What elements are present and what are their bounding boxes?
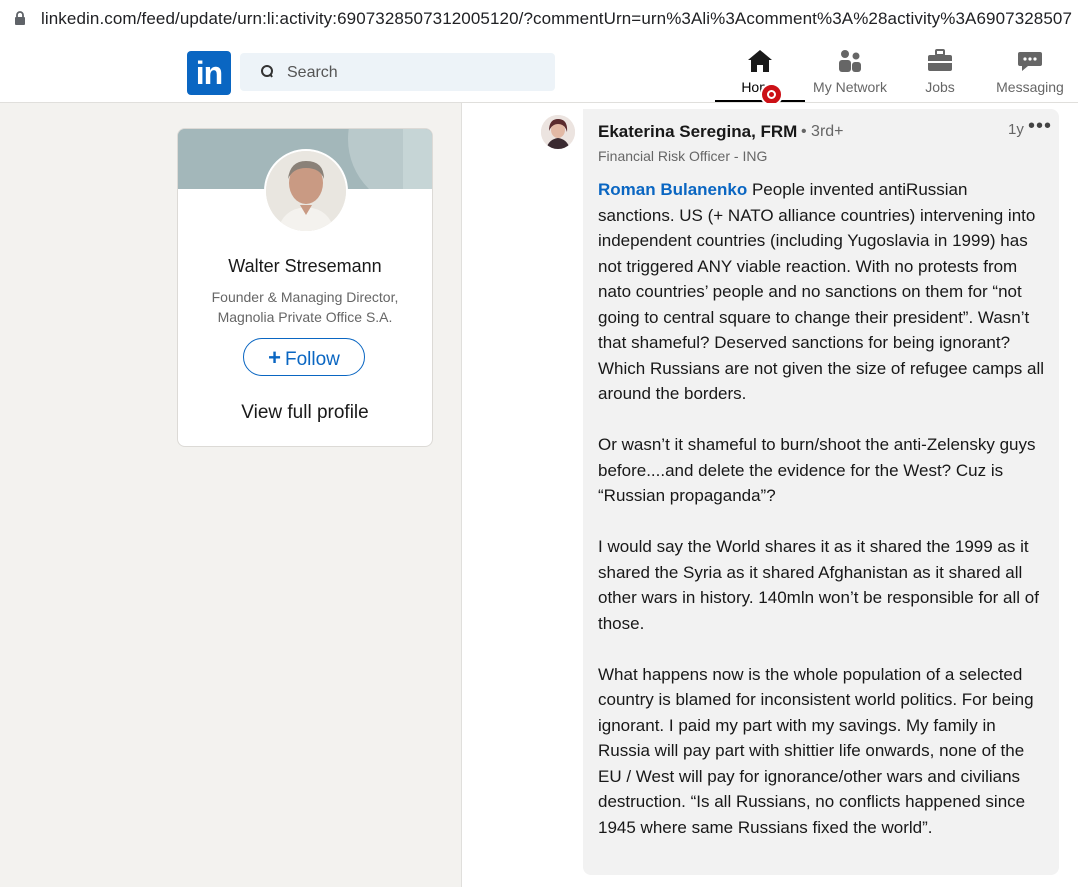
view-full-profile-link[interactable]: View full profile: [178, 402, 432, 424]
home-icon: [748, 50, 772, 72]
profile-card: Walter Stresemann Founder & Managing Dir…: [177, 128, 433, 447]
search-input[interactable]: [285, 53, 549, 93]
comment-author-avatar[interactable]: [541, 115, 575, 149]
profile-avatar[interactable]: [264, 149, 348, 233]
comment-timestamp: 1y: [1008, 121, 1024, 138]
mention-link[interactable]: Roman Bulanenko: [598, 180, 747, 199]
nav-jobs[interactable]: Jobs: [895, 38, 985, 102]
lock-icon: [15, 11, 25, 25]
top-nav: in Home My Network Jobs: [0, 38, 1078, 106]
comment-paragraph: Or wasn’t it shameful to burn/shoot the …: [598, 435, 1036, 505]
follow-label: Follow: [284, 349, 340, 370]
profile-photo: [266, 151, 346, 231]
follow-button[interactable]: + Follow: [243, 338, 365, 376]
nav-my-network-label: My Network: [813, 79, 887, 95]
nav-messaging-label: Messaging: [996, 79, 1064, 95]
comment-author-name[interactable]: Ekaterina Seregina, FRM: [598, 122, 797, 142]
nav-messaging[interactable]: Messaging: [985, 38, 1075, 102]
more-options-icon[interactable]: •••: [1028, 115, 1052, 138]
comment-paragraph-text: People invented antiRussian sanctions. U…: [598, 180, 1045, 403]
comment-bubble: Ekaterina Seregina, FRM • 3rd+ 1y ••• Fi…: [583, 109, 1059, 875]
nav-my-network[interactable]: My Network: [805, 38, 895, 102]
search-icon: [261, 65, 273, 78]
people-icon: [839, 50, 861, 72]
url-text[interactable]: linkedin.com/feed/update/urn:li:activity…: [41, 9, 1072, 29]
chat-bubble-icon: [1018, 52, 1042, 71]
comment-paragraph: What happens now is the whole population…: [598, 664, 1034, 837]
browser-address-bar[interactable]: linkedin.com/feed/update/urn:li:activity…: [0, 0, 1078, 39]
briefcase-icon: [928, 49, 952, 71]
comment-paragraph: I would say the World shares it as it sh…: [598, 537, 1039, 633]
comment-author-headline: Financial Risk Officer - ING: [598, 148, 768, 164]
profile-headline: Founder & Managing Director, Magnolia Pr…: [211, 289, 399, 325]
author-photo: [541, 115, 575, 149]
nav-jobs-label: Jobs: [925, 79, 955, 95]
comment-paragraph: Roman Bulanenko People invented antiRuss…: [598, 177, 1048, 407]
comment-text: Roman Bulanenko People invented antiRuss…: [598, 177, 1048, 866]
profile-name[interactable]: Walter Stresemann: [178, 256, 432, 277]
connection-degree: • 3rd+: [801, 123, 844, 140]
plus-icon: +: [268, 345, 281, 370]
search-box[interactable]: [240, 53, 555, 93]
linkedin-logo[interactable]: in: [187, 51, 231, 95]
